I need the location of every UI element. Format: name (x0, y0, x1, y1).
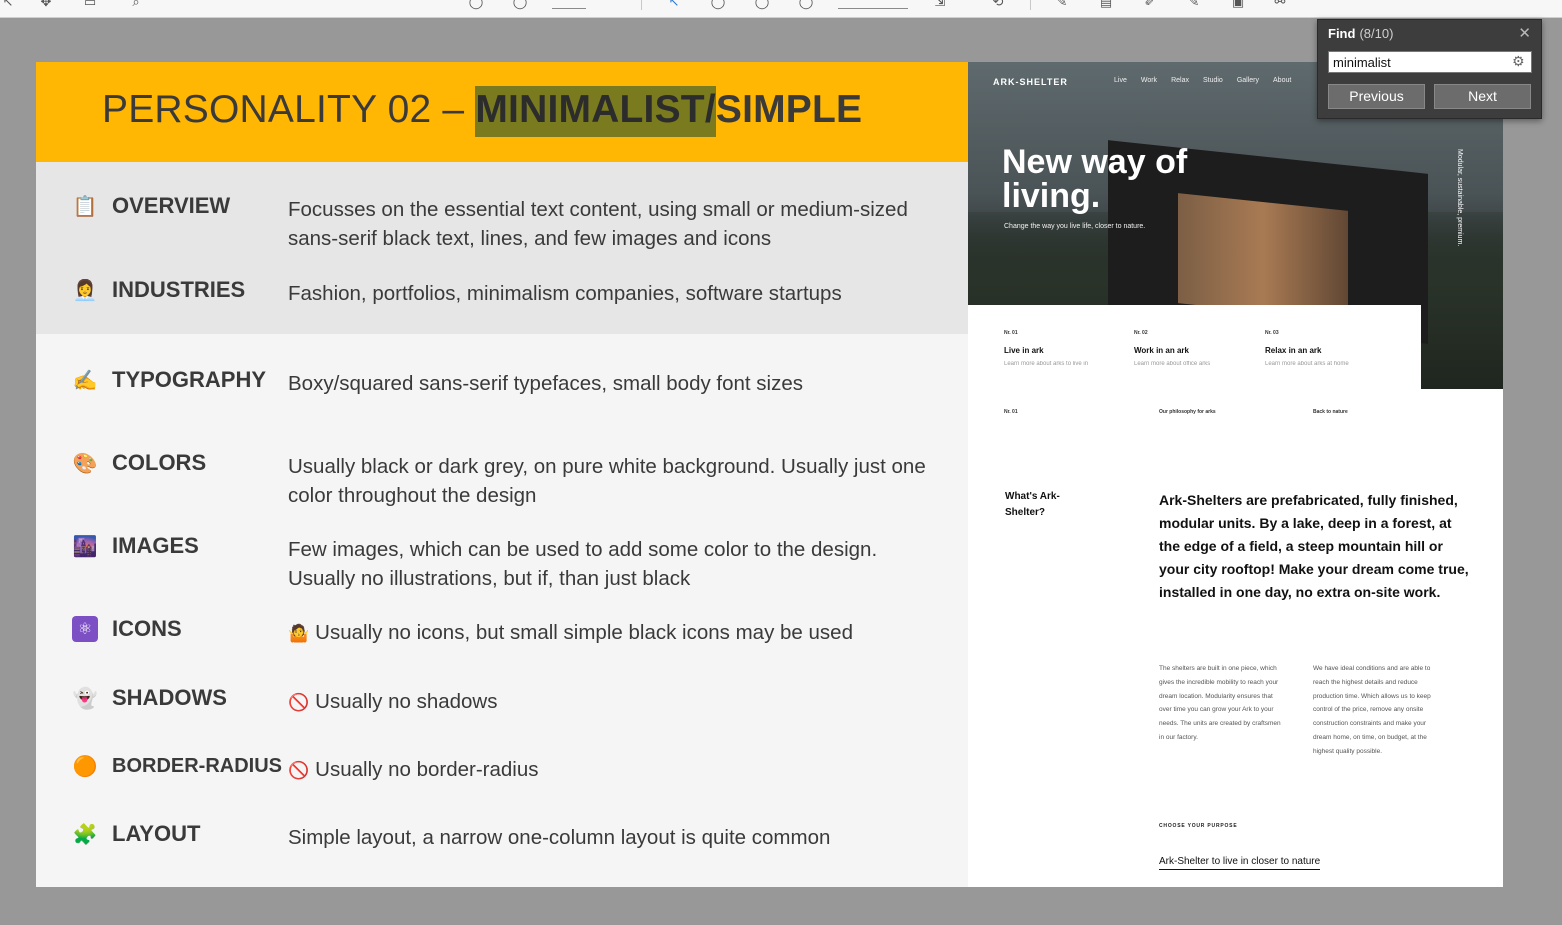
site-nav-item: Live (1114, 77, 1127, 84)
ghost-icon: 👻 (72, 686, 98, 710)
site-nav-item: About (1273, 77, 1292, 84)
site-card: Nr. 03 Relax in an ark Learn more about … (1265, 330, 1349, 367)
toolbar-separator (641, 0, 642, 10)
cityscape-icon: 🌆 (72, 534, 98, 558)
draw-icon[interactable]: ✐ (1142, 0, 1158, 10)
prohibited-icon: 🚫 (288, 761, 310, 781)
prohibited-icon: 🚫 (288, 693, 310, 713)
site-column-text: We have ideal conditions and are able to… (1313, 665, 1431, 755)
site-column-text: The shelters are built in one piece, whi… (1159, 665, 1281, 741)
atom-icon: ⚛ (72, 616, 98, 642)
site-choose-label: CHOOSE YOUR PURPOSE (1159, 823, 1238, 829)
page-number-field[interactable] (552, 0, 586, 9)
pen-icon[interactable]: ✎ (1186, 0, 1202, 10)
shrug-icon: 🤷 (288, 624, 310, 644)
row-desc: 🤷 Usually no icons, but small simple blac… (288, 621, 853, 644)
row-label: INDUSTRIES (112, 277, 246, 302)
row-desc: Simple layout, a narrow one-column layou… (288, 826, 831, 849)
close-icon[interactable]: ✕ (1518, 24, 1531, 42)
row-label: BORDER-RADIUS (112, 755, 282, 777)
find-count: (8/10) (1359, 26, 1394, 41)
document-icon[interactable]: ▭ (82, 0, 98, 10)
site-nav-item: Gallery (1236, 77, 1260, 84)
zoom-field[interactable] (838, 0, 908, 9)
find-title: Find (8/10) (1328, 26, 1394, 41)
slide-content: PERSONALITY 02 – MINIMALIST/SIMPLE 📋 OVE… (36, 62, 968, 887)
site-card: Nr. 02 Work in an ark Learn more about o… (1134, 330, 1211, 367)
row-desc: Focusses on the essential text content, … (288, 198, 908, 250)
site-lead-text: Ark-Shelters are prefabricated, fully fi… (1159, 492, 1469, 600)
orange-circle-icon: 🟠 (72, 754, 98, 778)
person-icon: 👩‍💼 (72, 278, 98, 302)
row-label: ICONS (112, 616, 182, 641)
site-meta: Our philosophy for arks (1159, 409, 1216, 415)
find-dialog: Find(8/10) ✕ ⚙ Previous Next (1317, 19, 1542, 119)
clipboard-icon: 📋 (72, 194, 98, 218)
website-screenshot: ARK-SHELTER Live Work Relax Studio Galle… (968, 62, 1503, 887)
site-meta: Back to nature (1313, 409, 1348, 415)
previous-button[interactable]: Previous (1328, 84, 1425, 109)
palette-icon: 🎨 (72, 451, 98, 475)
site-logo: ARK-SHELTER (993, 77, 1068, 87)
circle-icon[interactable]: ◯ (710, 0, 726, 10)
site-section-title: What's Ark-Shelter? (1005, 491, 1060, 518)
site-meta: Nr. 01 (1004, 409, 1018, 415)
link-icon[interactable]: ⚯ (1272, 0, 1288, 10)
next-button[interactable]: Next (1434, 84, 1531, 109)
row-desc: Boxy/squared sans-serif typefaces, small… (288, 372, 804, 395)
search-icon[interactable]: ⌕ (128, 0, 144, 10)
row-desc: 🚫 Usually no shadows (288, 690, 498, 713)
comment-icon[interactable]: ✎ (1054, 0, 1070, 10)
hero-subtitle: Change the way you live life, closer to … (1004, 223, 1146, 230)
hero-side-text: Modular, sustainable, premium. (1456, 149, 1463, 247)
site-cta-link: Ark-Shelter to live in closer to nature (1159, 856, 1321, 870)
hero-title: New way of living. (1002, 143, 1188, 215)
writing-hand-icon: ✍️ (72, 368, 98, 392)
site-nav-item: Studio (1202, 77, 1223, 84)
toolbar: ↖ ✥ ▭ ⌕ ◯ ◯ ↖ ◯ ◯ ◯ ⇲ ⟲ ✎ ▤ ✐ ✎ ▣ ⚯ (0, 0, 1562, 18)
row-desc: Fashion, portfolios, minimalism companie… (288, 282, 842, 305)
site-nav: Live Work Relax Studio Gallery About (1114, 77, 1291, 84)
row-label: LAYOUT (112, 821, 201, 846)
row-label: IMAGES (112, 533, 199, 558)
slide-title: PERSONALITY 02 – MINIMALIST/SIMPLE (102, 86, 862, 137)
fit-icon[interactable]: ⇲ (932, 0, 948, 10)
circle-icon[interactable]: ◯ (754, 0, 770, 10)
stamp-icon[interactable]: ▣ (1230, 0, 1246, 10)
row-label: TYPOGRAPHY (112, 367, 267, 392)
row-desc: Usually black or dark grey, on pure whit… (288, 455, 926, 507)
row-desc: 🚫 Usually no border-radius (288, 758, 539, 781)
zoom-out-icon[interactable]: ◯ (468, 0, 484, 10)
cursor-icon[interactable]: ↖ (666, 0, 682, 10)
row-desc: Few images, which can be used to add som… (288, 538, 878, 590)
row-label: SHADOWS (112, 685, 227, 710)
zoom-in-icon[interactable]: ◯ (512, 0, 528, 10)
gear-icon[interactable]: ⚙ (1512, 53, 1525, 71)
site-cards: Nr. 01 Live in ark Learn more about arks… (968, 305, 1421, 390)
find-input[interactable] (1328, 51, 1532, 73)
highlight-icon[interactable]: ▤ (1098, 0, 1114, 10)
slide: PERSONALITY 02 – MINIMALIST/SIMPLE 📋 OVE… (36, 62, 1503, 887)
title-bar: PERSONALITY 02 – MINIMALIST/SIMPLE (36, 62, 968, 162)
site-card: Nr. 01 Live in ark Learn more about arks… (1004, 330, 1089, 367)
site-nav-item: Work (1140, 77, 1158, 84)
expand-icon[interactable]: ✥ (38, 0, 54, 10)
arrow-icon[interactable]: ↖ (0, 0, 16, 10)
rotate-icon[interactable]: ⟲ (990, 0, 1006, 10)
row-label: COLORS (112, 450, 207, 475)
toolbar-separator (1030, 0, 1031, 10)
site-nav-item: Relax (1171, 77, 1189, 84)
row-label: OVERVIEW (112, 193, 231, 218)
puzzle-icon: 🧩 (72, 822, 98, 846)
search-highlight: MINIMALIST/ (475, 86, 716, 137)
circle-icon[interactable]: ◯ (798, 0, 814, 10)
